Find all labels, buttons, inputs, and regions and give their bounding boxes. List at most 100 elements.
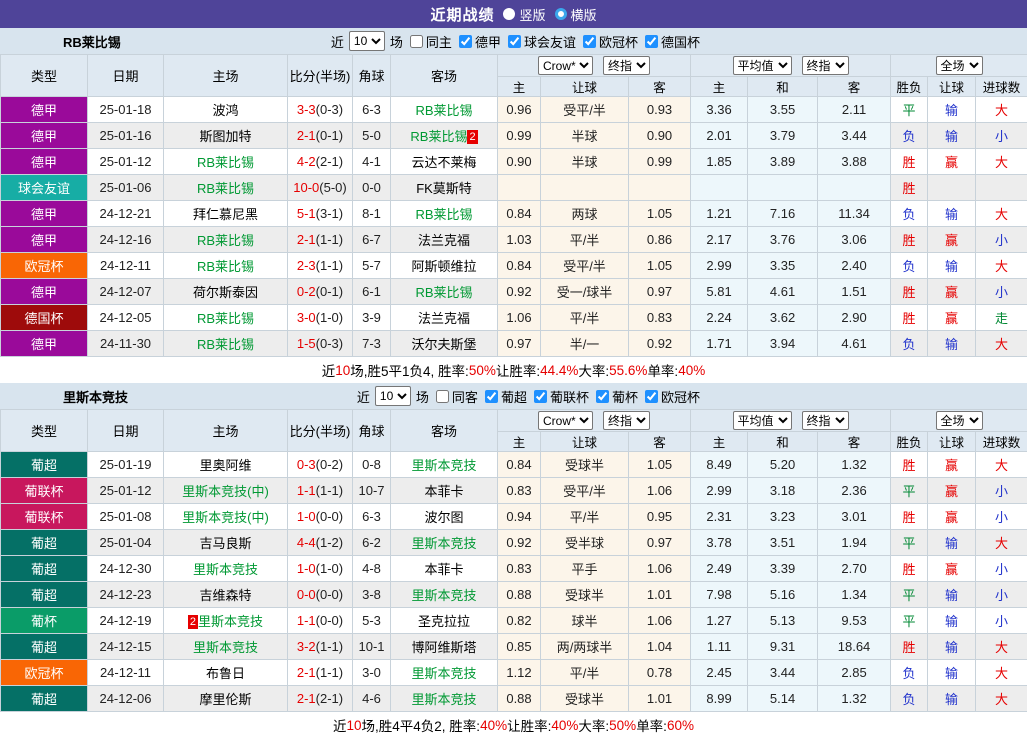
team-link[interactable]: 里斯本竞技 (411, 666, 476, 681)
league-filter-checkbox[interactable] (485, 390, 498, 403)
team-link[interactable]: RB莱比锡 (415, 285, 472, 300)
same-venue-checkbox[interactable] (436, 390, 449, 403)
team-link[interactable]: FK莫斯特 (416, 181, 472, 196)
team-link[interactable]: 里奥阿维 (199, 458, 251, 473)
team-link[interactable]: 博阿维斯塔 (411, 640, 476, 655)
score-cell[interactable]: 2-1(1-1) (288, 227, 353, 253)
team-link[interactable]: 摩里伦斯 (199, 692, 251, 707)
radio-selected-icon[interactable] (555, 8, 567, 20)
same-venue-checkbox[interactable] (410, 35, 423, 48)
team-link[interactable]: 法兰克福 (418, 233, 470, 248)
competition-badge[interactable]: 球会友谊 (1, 175, 88, 201)
average-time-select[interactable]: 终指 (802, 56, 849, 75)
score-cell[interactable]: 4-2(2-1) (288, 149, 353, 175)
team-link[interactable]: 沃尔夫斯堡 (411, 337, 476, 352)
team-link[interactable]: 本菲卡 (424, 562, 463, 577)
score-cell[interactable]: 3-0(1-0) (288, 305, 353, 331)
score-cell[interactable]: 10-0(5-0) (288, 175, 353, 201)
team-name[interactable]: 里斯本竞技 (63, 387, 128, 406)
score-cell[interactable]: 1-5(0-3) (288, 331, 353, 357)
average-select[interactable]: 平均值 (733, 411, 792, 430)
team-link[interactable]: 里斯本竞技 (411, 692, 476, 707)
team-link[interactable]: 波鸿 (212, 103, 238, 118)
competition-badge[interactable]: 德甲 (1, 279, 88, 305)
competition-badge[interactable]: 欧冠杯 (1, 660, 88, 686)
layout-option-vertical[interactable]: 竖版 (503, 5, 545, 24)
competition-badge[interactable]: 德甲 (1, 201, 88, 227)
score-cell[interactable]: 0-2(0-1) (288, 279, 353, 305)
team-link[interactable]: 里斯本竞技 (411, 458, 476, 473)
score-cell[interactable]: 0-0(0-0) (288, 582, 353, 608)
competition-badge[interactable]: 葡杯 (1, 608, 88, 634)
full-match-select[interactable]: 全场 (936, 56, 983, 75)
team-link[interactable]: 里斯本竞技(中) (182, 510, 269, 525)
score-cell[interactable]: 4-4(1-2) (288, 530, 353, 556)
score-cell[interactable]: 2-3(1-1) (288, 253, 353, 279)
team-link[interactable]: 里斯本竞技 (411, 536, 476, 551)
league-filter-checkbox[interactable] (645, 35, 658, 48)
score-cell[interactable]: 5-1(3-1) (288, 201, 353, 227)
team-link[interactable]: RB莱比锡 (415, 103, 472, 118)
team-link[interactable]: 本菲卡 (424, 484, 463, 499)
team-link[interactable]: 布鲁日 (206, 666, 245, 681)
odds-company-select[interactable]: Crow* (538, 56, 593, 75)
odds-time-select[interactable]: 终指 (603, 411, 650, 430)
league-filter-checkbox[interactable] (459, 35, 472, 48)
competition-badge[interactable]: 欧冠杯 (1, 253, 88, 279)
team-link[interactable]: 吉马良斯 (199, 536, 251, 551)
team-link[interactable]: 里斯本竞技 (193, 562, 258, 577)
team-link[interactable]: 云达不莱梅 (411, 155, 476, 170)
competition-badge[interactable]: 葡联杯 (1, 478, 88, 504)
team-link[interactable]: RB莱比锡 (197, 181, 254, 196)
match-count-select[interactable]: 10 (349, 31, 385, 51)
competition-badge[interactable]: 葡联杯 (1, 504, 88, 530)
team-link[interactable]: 里斯本竞技 (198, 614, 263, 629)
competition-badge[interactable]: 德甲 (1, 123, 88, 149)
score-cell[interactable]: 2-1(0-1) (288, 123, 353, 149)
competition-badge[interactable]: 德甲 (1, 227, 88, 253)
competition-badge[interactable]: 葡超 (1, 530, 88, 556)
team-link[interactable]: 拜仁慕尼黑 (193, 207, 258, 222)
team-link[interactable]: RB莱比锡 (410, 129, 467, 144)
layout-option-horizontal[interactable]: 横版 (555, 5, 597, 24)
odds-company-select[interactable]: Crow* (538, 411, 593, 430)
competition-badge[interactable]: 葡超 (1, 582, 88, 608)
score-cell[interactable]: 0-3(0-2) (288, 452, 353, 478)
full-match-select[interactable]: 全场 (936, 411, 983, 430)
competition-badge[interactable]: 葡超 (1, 634, 88, 660)
score-cell[interactable]: 1-1(1-1) (288, 478, 353, 504)
competition-badge[interactable]: 葡超 (1, 452, 88, 478)
competition-badge[interactable]: 葡超 (1, 686, 88, 712)
competition-badge[interactable]: 德甲 (1, 149, 88, 175)
team-link[interactable]: 法兰克福 (418, 311, 470, 326)
radio-unselected-icon[interactable] (503, 8, 515, 20)
average-time-select[interactable]: 终指 (802, 411, 849, 430)
average-select[interactable]: 平均值 (733, 56, 792, 75)
team-link[interactable]: 里斯本竞技 (411, 588, 476, 603)
team-link[interactable]: RB莱比锡 (415, 207, 472, 222)
match-count-select[interactable]: 10 (375, 386, 411, 406)
team-link[interactable]: RB莱比锡 (197, 311, 254, 326)
score-cell[interactable]: 1-0(1-0) (288, 556, 353, 582)
team-link[interactable]: RB莱比锡 (197, 337, 254, 352)
competition-badge[interactable]: 葡超 (1, 556, 88, 582)
league-filter-checkbox[interactable] (583, 35, 596, 48)
score-cell[interactable]: 3-3(0-3) (288, 97, 353, 123)
team-link[interactable]: 阿斯顿维拉 (411, 259, 476, 274)
league-filter-checkbox[interactable] (508, 35, 521, 48)
competition-badge[interactable]: 德甲 (1, 331, 88, 357)
team-link[interactable]: 里斯本竞技 (193, 640, 258, 655)
team-name[interactable]: RB莱比锡 (63, 32, 121, 51)
score-cell[interactable]: 2-1(1-1) (288, 660, 353, 686)
team-link[interactable]: RB莱比锡 (197, 259, 254, 274)
team-link[interactable]: 斯图加特 (199, 129, 251, 144)
score-cell[interactable]: 1-1(0-0) (288, 608, 353, 634)
score-cell[interactable]: 2-1(2-1) (288, 686, 353, 712)
competition-badge[interactable]: 德甲 (1, 97, 88, 123)
score-cell[interactable]: 1-0(0-0) (288, 504, 353, 530)
league-filter-checkbox[interactable] (534, 390, 547, 403)
competition-badge[interactable]: 德国杯 (1, 305, 88, 331)
team-link[interactable]: RB莱比锡 (197, 155, 254, 170)
team-link[interactable]: 荷尔斯泰因 (193, 285, 258, 300)
team-link[interactable]: 波尔图 (424, 510, 463, 525)
